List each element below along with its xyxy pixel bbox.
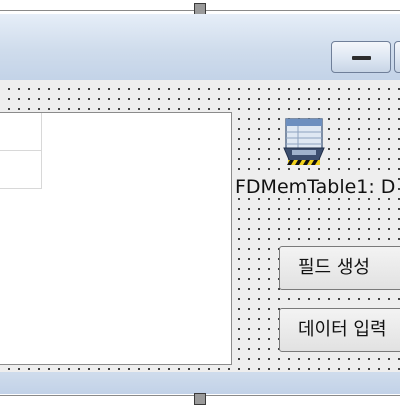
data-grid[interactable] xyxy=(0,112,232,365)
grid-cell[interactable] xyxy=(0,113,42,151)
fdmemtable-label: FDMemTable1: D xyxy=(234,176,397,198)
selection-handle-bottom[interactable] xyxy=(194,393,206,405)
form-client-area: FDMemTable1: D 필드 생성 데이터 입력 xyxy=(0,80,400,372)
form-bottom-border xyxy=(0,372,400,394)
title-bar[interactable] xyxy=(0,14,400,80)
maximize-button[interactable] xyxy=(394,41,400,73)
form-window: FDMemTable1: D 필드 생성 데이터 입력 xyxy=(0,14,400,394)
fdmemtable-icon[interactable] xyxy=(278,114,330,170)
grid-cell[interactable] xyxy=(0,151,42,189)
minimize-icon xyxy=(352,56,371,60)
create-fields-button[interactable]: 필드 생성 xyxy=(279,246,400,290)
data-input-button[interactable]: 데이터 입력 xyxy=(279,308,400,352)
minimize-button[interactable] xyxy=(331,41,391,73)
